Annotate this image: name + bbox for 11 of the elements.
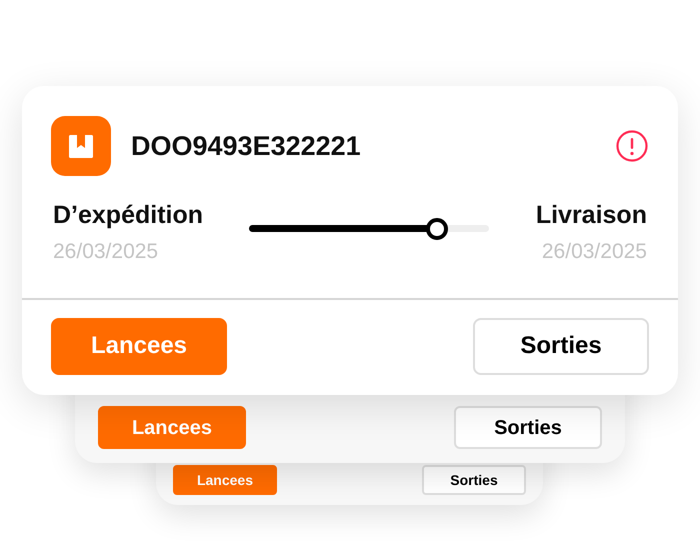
tab-button[interactable]: Sorties — [473, 318, 649, 374]
origin-label: D’expédition — [53, 200, 204, 231]
alert-icon — [615, 129, 649, 163]
tab-button[interactable]: Sorties — [454, 406, 602, 449]
progress-thumb — [426, 218, 448, 240]
destination-date: 26/03/2025 — [542, 239, 647, 266]
shipment-id: DOO9493E322221 — [131, 130, 361, 163]
origin-date: 26/03/2025 — [53, 239, 160, 266]
tab-button[interactable]: Sorties — [422, 465, 526, 495]
package-icon — [51, 116, 111, 176]
destination-label: Livraison — [536, 200, 647, 231]
